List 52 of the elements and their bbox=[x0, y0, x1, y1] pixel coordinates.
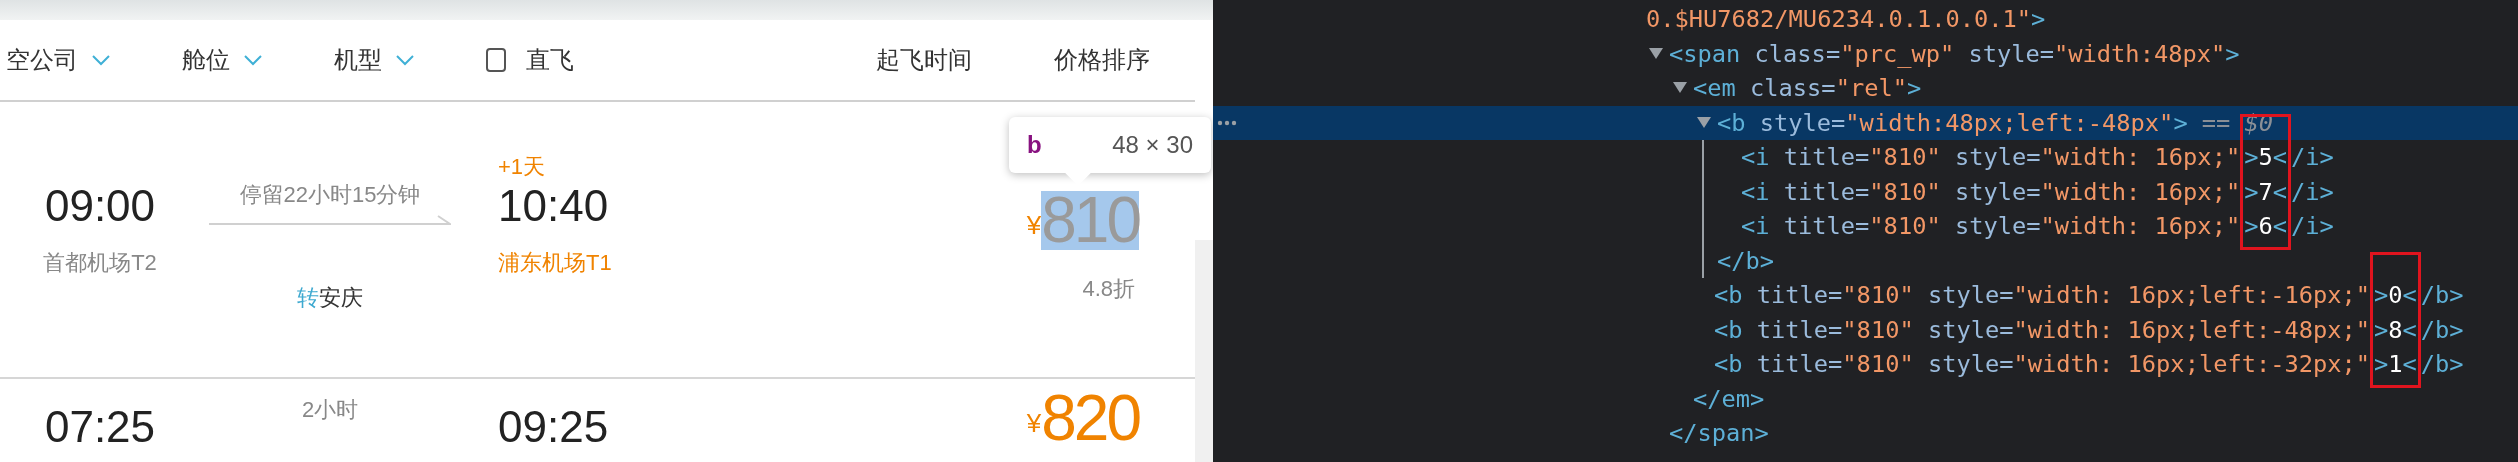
code-line: <b title="810" style="width: 16px;left:-16px;" bbox=[1714, 281, 2371, 309]
chevron-down-icon bbox=[244, 54, 262, 66]
currency-symbol: ¥ bbox=[1026, 210, 1042, 240]
arrival-time: 09:25 bbox=[498, 401, 609, 452]
expanded-triangle-icon[interactable] bbox=[1697, 116, 1711, 129]
highlight-frame: >0< >8< >1< bbox=[2370, 252, 2421, 388]
sort-option[interactable]: 价格排序 bbox=[1054, 42, 1150, 78]
departure-time: 09:00 bbox=[44, 180, 156, 231]
code-line: /b> bbox=[2420, 350, 2464, 378]
departure-airport: 首都机场T2 bbox=[43, 249, 157, 277]
code-line: <b title="810" style="width: 16px;left:-48px;" bbox=[1714, 315, 2371, 344]
code-line: <span class="prc_wp" style="width:48px"> bbox=[1669, 38, 2240, 70]
code-line: </span> bbox=[1669, 419, 1769, 447]
chevron-down-icon bbox=[92, 54, 110, 66]
code-line: /i> bbox=[2290, 143, 2334, 171]
next-day-label: +1天 bbox=[498, 154, 546, 180]
filter-dropdown[interactable]: 空公司 bbox=[6, 42, 110, 78]
arrival-airport: 浦东机场T1 bbox=[498, 249, 612, 277]
code-line: </b> bbox=[1717, 246, 1775, 275]
code-line: <i title="810" style="width: 16px;" bbox=[1741, 177, 2241, 206]
code-line: <b style="width:48px;left:-48px"> bbox=[1717, 107, 2188, 139]
transfer-city: 安庆 bbox=[319, 285, 363, 311]
tooltip-tag: b bbox=[1027, 127, 1042, 163]
code-line: <i title="810" style="width: 16px;" bbox=[1741, 143, 2241, 171]
sort-option[interactable]: 起飞时间 bbox=[876, 42, 972, 78]
expanded-triangle-icon[interactable] bbox=[1649, 47, 1663, 60]
tooltip-size: 48 × 30 bbox=[1112, 130, 1193, 160]
checkbox-label: 直飞 bbox=[526, 45, 574, 75]
filter-dropdown[interactable]: 机型 bbox=[334, 42, 414, 78]
transfer-label: 转 bbox=[297, 285, 319, 311]
stopover-duration: 停留22小时15分钟 bbox=[239, 182, 421, 208]
checkbox[interactable] bbox=[486, 48, 506, 72]
code-line: </em> bbox=[1693, 384, 1765, 413]
chevron-down-icon bbox=[396, 54, 414, 66]
code-line: /b> bbox=[2420, 315, 2464, 344]
code-line: /i> bbox=[2290, 177, 2334, 206]
filter-dropdown[interactable]: 舱位 bbox=[182, 42, 262, 78]
code-line: 0.$HU7682/MU6234.0.1.0.0.1"> bbox=[1646, 5, 2046, 33]
code-line: /b> bbox=[2420, 281, 2464, 309]
code-line: <b title="810" style="width: 16px;left:-32px;" bbox=[1714, 350, 2371, 378]
flight-duration: 2小时 bbox=[301, 397, 359, 423]
currency-symbol: ¥ bbox=[1026, 408, 1042, 438]
price: 820 bbox=[1041, 389, 1139, 448]
code-line: /i> bbox=[2290, 212, 2334, 240]
expanded-triangle-icon[interactable] bbox=[1673, 82, 1687, 95]
discount: 4.8折 bbox=[1082, 276, 1135, 302]
code-line: <i title="810" style="width: 16px;" bbox=[1741, 212, 2241, 240]
departure-time: 07:25 bbox=[44, 401, 156, 452]
arrival-time: 10:40 bbox=[498, 180, 609, 231]
ellipsis-icon[interactable] bbox=[1217, 119, 1237, 126]
price: 810 bbox=[1041, 191, 1139, 250]
code-line: <em class="rel"> bbox=[1693, 73, 1922, 104]
